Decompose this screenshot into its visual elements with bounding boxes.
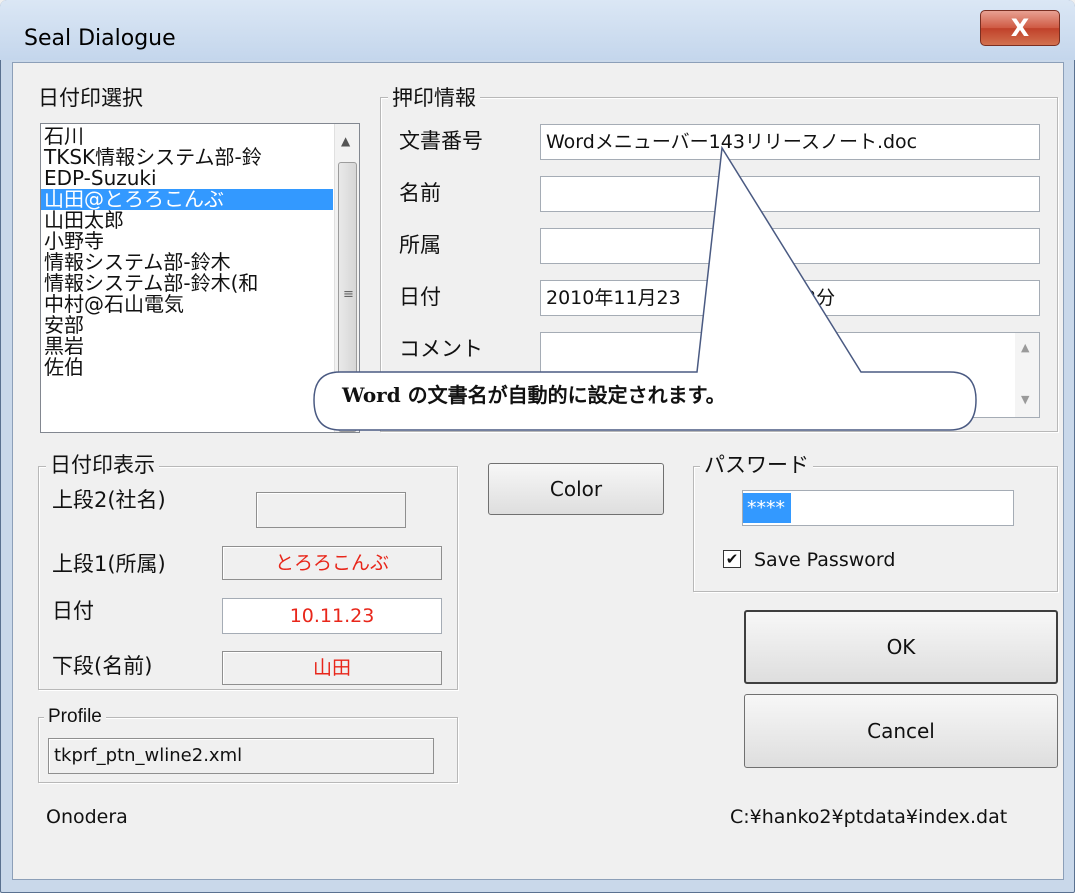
callout-text: Word の文書名が自動的に設定されます。 — [342, 383, 726, 407]
callout-overlay — [313, 145, 977, 431]
